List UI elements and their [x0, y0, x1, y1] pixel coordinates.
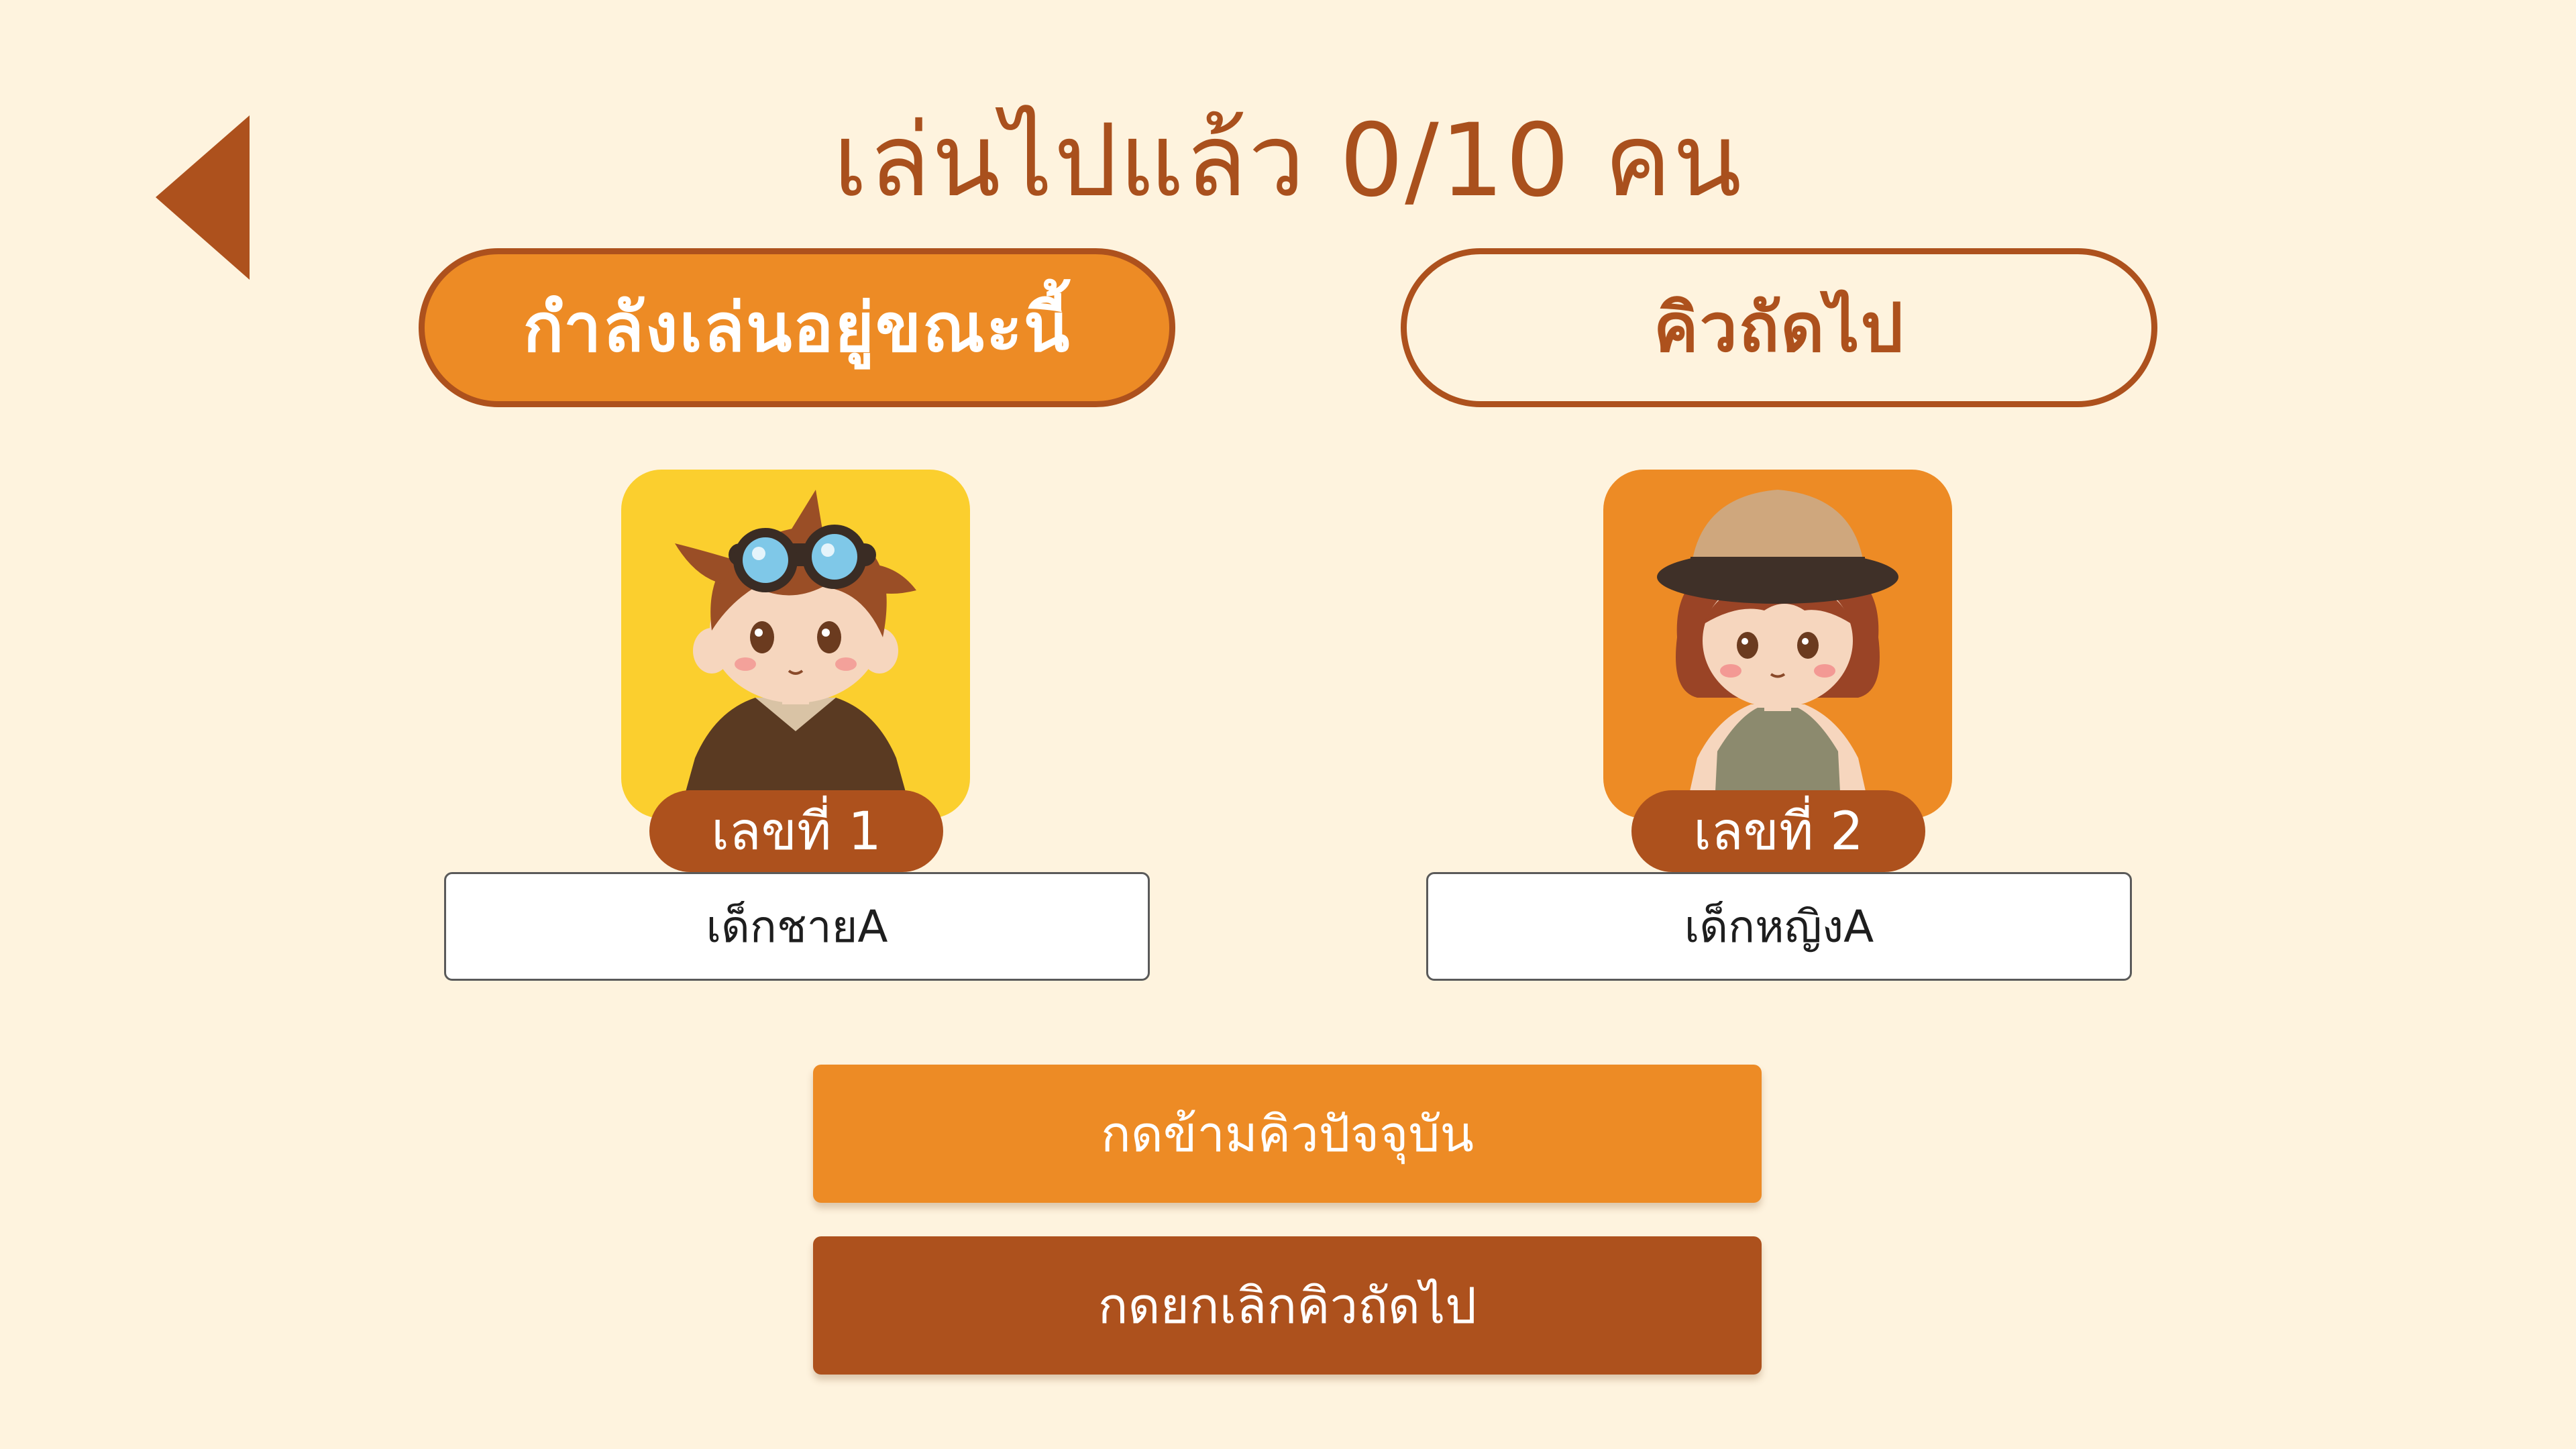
cancel-next-queue-button[interactable]: กดยกเลิกคิวถัดไป [813, 1236, 1762, 1375]
player-1-avatar [621, 470, 970, 818]
player-2-avatar [1603, 470, 1952, 818]
player-2-number-badge: เลขที่ 2 [1631, 790, 1925, 872]
player-1-number-badge: เลขที่ 1 [649, 790, 943, 872]
player-1-name: เด็กชายA [444, 872, 1150, 981]
tab-now-playing: กำลังเล่นอยู่ขณะนี้ [419, 248, 1175, 407]
boy-avatar-icon [675, 490, 916, 818]
girl-avatar-icon [1657, 490, 1898, 818]
queue-screen: เล่นไปแล้ว 0/10 คน กำลังเล่นอยู่ขณะนี้ ค… [0, 0, 2576, 1449]
skip-current-queue-button[interactable]: กดข้ามคิวปัจจุบัน [813, 1065, 1762, 1203]
tab-next-queue: คิวถัดไป [1401, 248, 2157, 407]
player-2-name: เด็กหญิงA [1426, 872, 2132, 981]
page-title: เล่นไปแล้ว 0/10 คน [833, 103, 1743, 219]
